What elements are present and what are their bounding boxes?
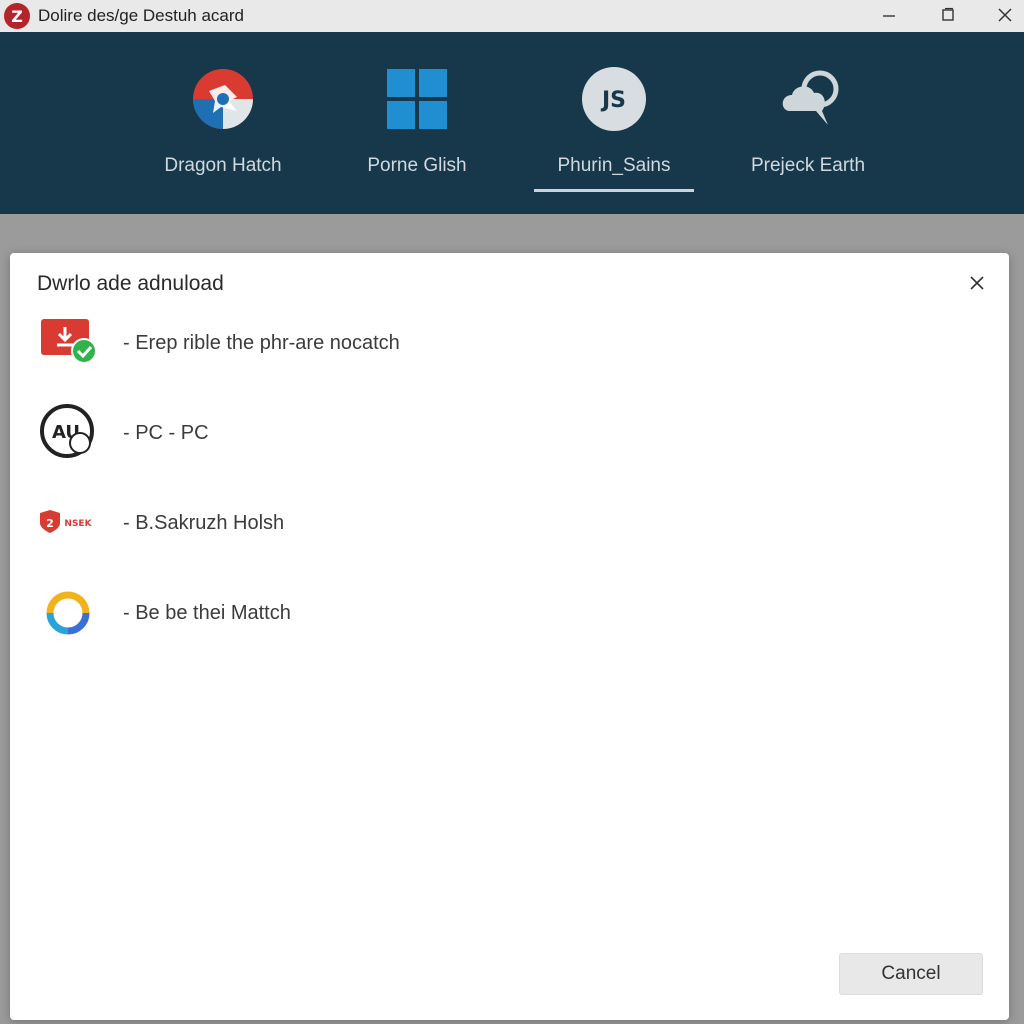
dialog-close-button[interactable]	[965, 271, 989, 295]
download-option-label: - Erep rible the phr-are nocatch	[123, 332, 400, 354]
nav-item-prejeck-earth[interactable]: Prejeck Earth	[728, 32, 888, 214]
cloud-shield-icon	[782, 70, 839, 125]
nav-label: Dragon Hatch	[164, 155, 282, 176]
shield-logo-icon: 2 NSEK	[40, 510, 93, 533]
download-option-label: - B.Sakruzh Holsh	[123, 512, 285, 534]
nav-label: Prejeck Earth	[750, 155, 866, 176]
close-icon	[998, 8, 1012, 22]
nav-item-dragon-hatch[interactable]: Dragon Hatch	[143, 32, 303, 214]
au-badge-icon: AU	[40, 404, 94, 458]
download-option[interactable]: AU - PC - PC	[10, 403, 1009, 473]
minimize-icon	[883, 15, 895, 17]
download-option-label: - PC - PC	[123, 422, 209, 444]
nav-label: Porne Glish	[367, 155, 467, 176]
app-logo-icon: Z	[4, 3, 30, 29]
minimize-button[interactable]	[864, 0, 914, 30]
selected-tab-indicator	[534, 189, 694, 192]
maximize-icon	[942, 7, 954, 21]
dragon-hatch-icon	[193, 69, 253, 129]
download-option[interactable]: - Be be thei Mattch	[10, 583, 1009, 653]
svg-text:JS: JS	[600, 88, 626, 113]
svg-text:2: 2	[46, 517, 54, 530]
top-navigation: Dragon Hatch Porne Glish JS Phurin_Sains…	[0, 32, 1024, 214]
title-bar: Z Dolire des/ge Destuh acard	[0, 0, 1024, 32]
nav-item-phurin-sains[interactable]: JS Phurin_Sains	[534, 32, 694, 214]
ring-logo-icon	[46, 591, 90, 635]
js-badge-icon: JS	[582, 67, 646, 131]
svg-text:NSEK: NSEK	[64, 519, 92, 529]
download-option[interactable]: - Erep rible the phr-are nocatch	[10, 313, 1009, 383]
close-window-button[interactable]	[980, 0, 1024, 30]
download-option-label: - Be be thei Mattch	[123, 602, 291, 624]
download-check-icon	[41, 319, 97, 364]
download-option[interactable]: 2 NSEK - B.Sakruzh Holsh	[10, 493, 1009, 563]
maximize-button[interactable]	[923, 0, 973, 30]
cancel-button[interactable]: Cancel	[839, 953, 983, 995]
windows-logo-icon	[387, 69, 447, 129]
download-dialog: Dwrlo ade adnuload - Erep rible the phr-…	[10, 253, 1009, 1020]
nav-item-porne-glish[interactable]: Porne Glish	[337, 32, 497, 214]
nav-label: Phurin_Sains	[557, 155, 671, 176]
close-icon	[970, 276, 984, 290]
dialog-title: Dwrlo ade adnuload	[37, 272, 224, 295]
window-title: Dolire des/ge Destuh acard	[38, 6, 245, 25]
